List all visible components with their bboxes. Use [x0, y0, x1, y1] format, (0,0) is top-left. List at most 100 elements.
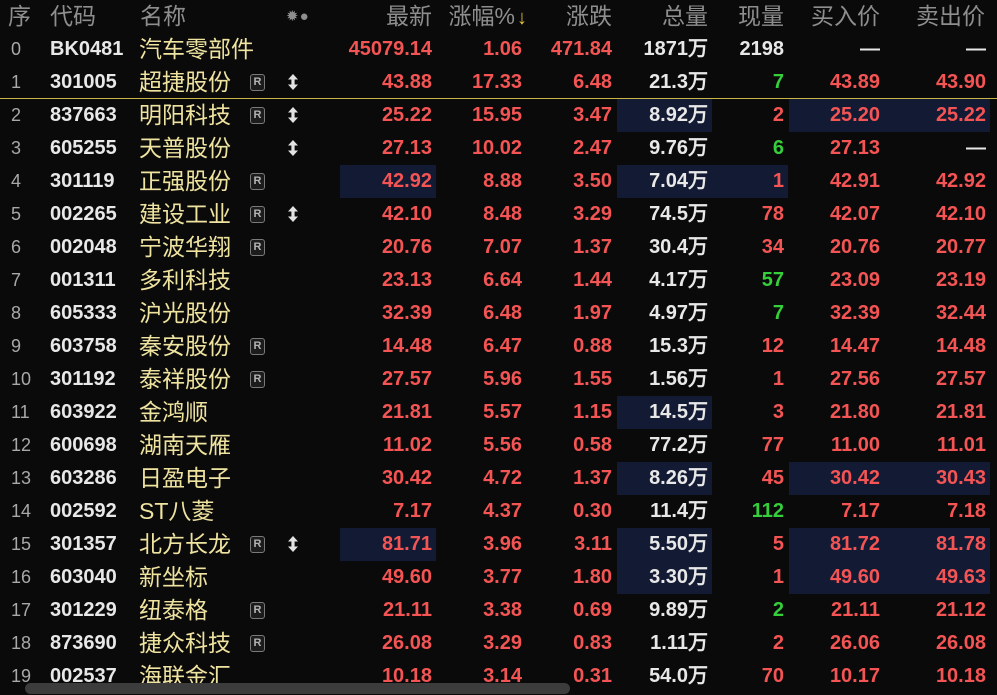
stock-code: 002265	[50, 203, 117, 225]
column-header-total-volume[interactable]: 总量	[617, 0, 708, 33]
change-percent: 17.33	[471, 71, 522, 93]
table-row[interactable]: 1 301005 超捷股份 R 43.88 17.33 6.48 21.3万 7 43.89 43.…	[0, 66, 997, 99]
stock-name: 湖南天雁	[139, 432, 231, 458]
current-volume: 1	[772, 368, 784, 390]
table-row[interactable]: 4 301119 正强股份 R 42.92 8.88 3.50 7.04万 1 42.91 42.9…	[0, 165, 997, 198]
row-index: 18	[11, 633, 32, 653]
latest-price: 42.92	[340, 165, 436, 198]
stock-code: 837663	[50, 104, 117, 126]
change-percent: 15.95	[471, 104, 522, 126]
change-percent: 3.38	[483, 599, 522, 621]
latest-price: 49.60	[381, 566, 432, 588]
total-volume: 8.26万	[617, 462, 712, 495]
total-volume: 4.97万	[649, 302, 708, 324]
current-volume: 2	[772, 632, 784, 654]
latest-price: 21.11	[383, 599, 432, 621]
table-row[interactable]: 18 873690 捷众科技 R 26.08 3.29 0.83 1.11万 2 26.06 26.…	[0, 627, 997, 660]
current-volume: 7	[772, 71, 784, 93]
updown-arrow-icon	[288, 74, 298, 90]
change-percent: 4.37	[483, 500, 522, 522]
current-volume: 6	[772, 137, 784, 159]
change-percent: 8.88	[483, 170, 522, 192]
bid-price: 43.89	[829, 71, 880, 93]
scrollbar-thumb[interactable]	[25, 683, 570, 694]
column-header-code[interactable]: 代码	[50, 0, 96, 33]
ask-price: 32.44	[935, 302, 986, 324]
stock-name: 纽泰格	[139, 597, 208, 623]
ask-price: 81.78	[884, 528, 990, 561]
total-volume: 30.4万	[649, 236, 708, 258]
row-index: 15	[11, 534, 32, 554]
bid-price: 26.06	[829, 632, 880, 654]
table-row[interactable]: 14 002592 ST八菱 7.17 4.37 0.30 11.4万 112 7.17 7.18	[0, 495, 997, 528]
row-index: 4	[11, 171, 22, 191]
ask-price: 43.90	[935, 71, 986, 93]
table-row[interactable]: 17 301229 纽泰格 R 21.11 3.38 0.69 9.89万 2 21.11 21.1…	[0, 594, 997, 627]
total-volume: 9.76万	[649, 137, 708, 159]
stock-name: 多利科技	[139, 267, 231, 293]
horizontal-scrollbar[interactable]	[0, 683, 997, 694]
current-volume: 7	[772, 302, 784, 324]
current-volume: 112	[751, 500, 784, 522]
table-row[interactable]: 8 605333 沪光股份 32.39 6.48 1.97 4.97万 7 32.39 32.44	[0, 297, 997, 330]
table-row[interactable]: 10 301192 泰祥股份 R 27.57 5.96 1.55 1.56万 1 27.56 27.…	[0, 363, 997, 396]
change-amount: 1.97	[573, 302, 612, 324]
stock-code: 301192	[50, 368, 116, 390]
column-header-ask-price[interactable]: 卖出价	[884, 0, 985, 33]
table-row[interactable]: 2 837663 明阳科技 R 25.22 15.95 3.47 8.92万 2 25.20 25.…	[0, 99, 997, 132]
stock-name: 新坐标	[139, 564, 208, 590]
column-header-name[interactable]: 名称	[140, 0, 186, 33]
change-amount: 0.88	[573, 335, 612, 357]
row-index: 16	[11, 567, 32, 587]
stock-code: 301357	[50, 533, 117, 555]
current-volume: 2198	[739, 38, 785, 60]
ask-price: 21.81	[935, 401, 986, 423]
stock-code: 605333	[50, 302, 117, 324]
column-header-current-volume[interactable]: 现量	[712, 0, 784, 33]
row-index: 0	[11, 39, 22, 59]
column-header-change-percent-label: 涨幅%	[448, 3, 515, 29]
change-amount: 471.84	[550, 38, 612, 60]
bid-price: 7.17	[841, 500, 880, 522]
table-row[interactable]: 9 603758 秦安股份 R 14.48 6.47 0.88 15.3万 12 14.47 14.…	[0, 330, 997, 363]
current-volume: 12	[761, 335, 784, 357]
stock-name: 明阳科技	[139, 102, 231, 128]
stock-code: 002592	[50, 500, 117, 522]
row-index: 9	[11, 336, 22, 356]
table-row[interactable]: 11 603922 金鸿顺 21.81 5.57 1.15 14.5万 3 21.80 21.81	[0, 396, 997, 429]
column-header-change[interactable]: 涨跌	[526, 0, 612, 33]
change-percent: 7.07	[483, 236, 522, 258]
table-row[interactable]: 15 301357 北方长龙 R 81.71 3.96 3.11 5.50万 5 81.72 81.…	[0, 528, 997, 561]
total-volume: 21.3万	[649, 71, 708, 93]
table-row[interactable]: 6 002048 宁波华翔 R 20.76 7.07 1.37 30.4万 34 20.76 20.…	[0, 231, 997, 264]
margin-trading-badge-icon: R	[250, 173, 265, 190]
column-header-latest[interactable]: 最新	[340, 0, 432, 33]
table-row[interactable]: 5 002265 建设工业 R 42.10 8.48 3.29 74.5万 78 42.07 42.…	[0, 198, 997, 231]
table-row[interactable]: 12 600698 湖南天雁 11.02 5.56 0.58 77.2万 77 11.00 11.…	[0, 429, 997, 462]
column-header-flags[interactable]: ✹●	[286, 0, 310, 33]
column-header-change-percent[interactable]: 涨幅% ↓	[430, 0, 527, 33]
table-row[interactable]: 7 001311 多利科技 23.13 6.64 1.44 4.17万 57 23.09 23.1…	[0, 264, 997, 297]
table-row[interactable]: 16 603040 新坐标 49.60 3.77 1.80 3.30万 1 49.60 49.63	[0, 561, 997, 594]
latest-price: 42.10	[381, 203, 432, 225]
column-header-index[interactable]: 序	[8, 0, 31, 33]
bid-price: 42.07	[829, 203, 880, 225]
table-row[interactable]: 13 603286 日盈电子 30.42 4.72 1.37 8.26万 45 30.42 30.…	[0, 462, 997, 495]
column-header-bid-price[interactable]: 买入价	[789, 0, 880, 33]
stock-name: 北方长龙	[139, 531, 231, 557]
ask-price: 30.43	[884, 462, 990, 495]
table-header: 序 代码 名称 ✹● 最新 涨幅% ↓ 涨跌 总量 现量 买入价 卖出价	[0, 0, 997, 33]
table-row[interactable]: 3 605255 天普股份 27.13 10.02 2.47 9.76万 6 27.13 —	[0, 132, 997, 165]
bid-price: 42.91	[829, 170, 880, 192]
stock-code: 301229	[50, 599, 117, 621]
table-body: 0 BK0481 汽车零部件 45079.14 1.06 471.84 1871万 2198—…	[0, 33, 997, 693]
stock-name: 正强股份	[139, 168, 231, 194]
change-amount: 0.69	[573, 599, 612, 621]
change-amount: 3.29	[573, 203, 612, 225]
bid-price: —	[860, 38, 880, 60]
total-volume: 1.56万	[649, 368, 708, 390]
change-amount: 0.30	[573, 500, 612, 522]
table-row[interactable]: 0 BK0481 汽车零部件 45079.14 1.06 471.84 1871万 2198 —…	[0, 33, 997, 66]
total-volume: 77.2万	[649, 434, 708, 456]
latest-price: 23.13	[381, 269, 432, 291]
